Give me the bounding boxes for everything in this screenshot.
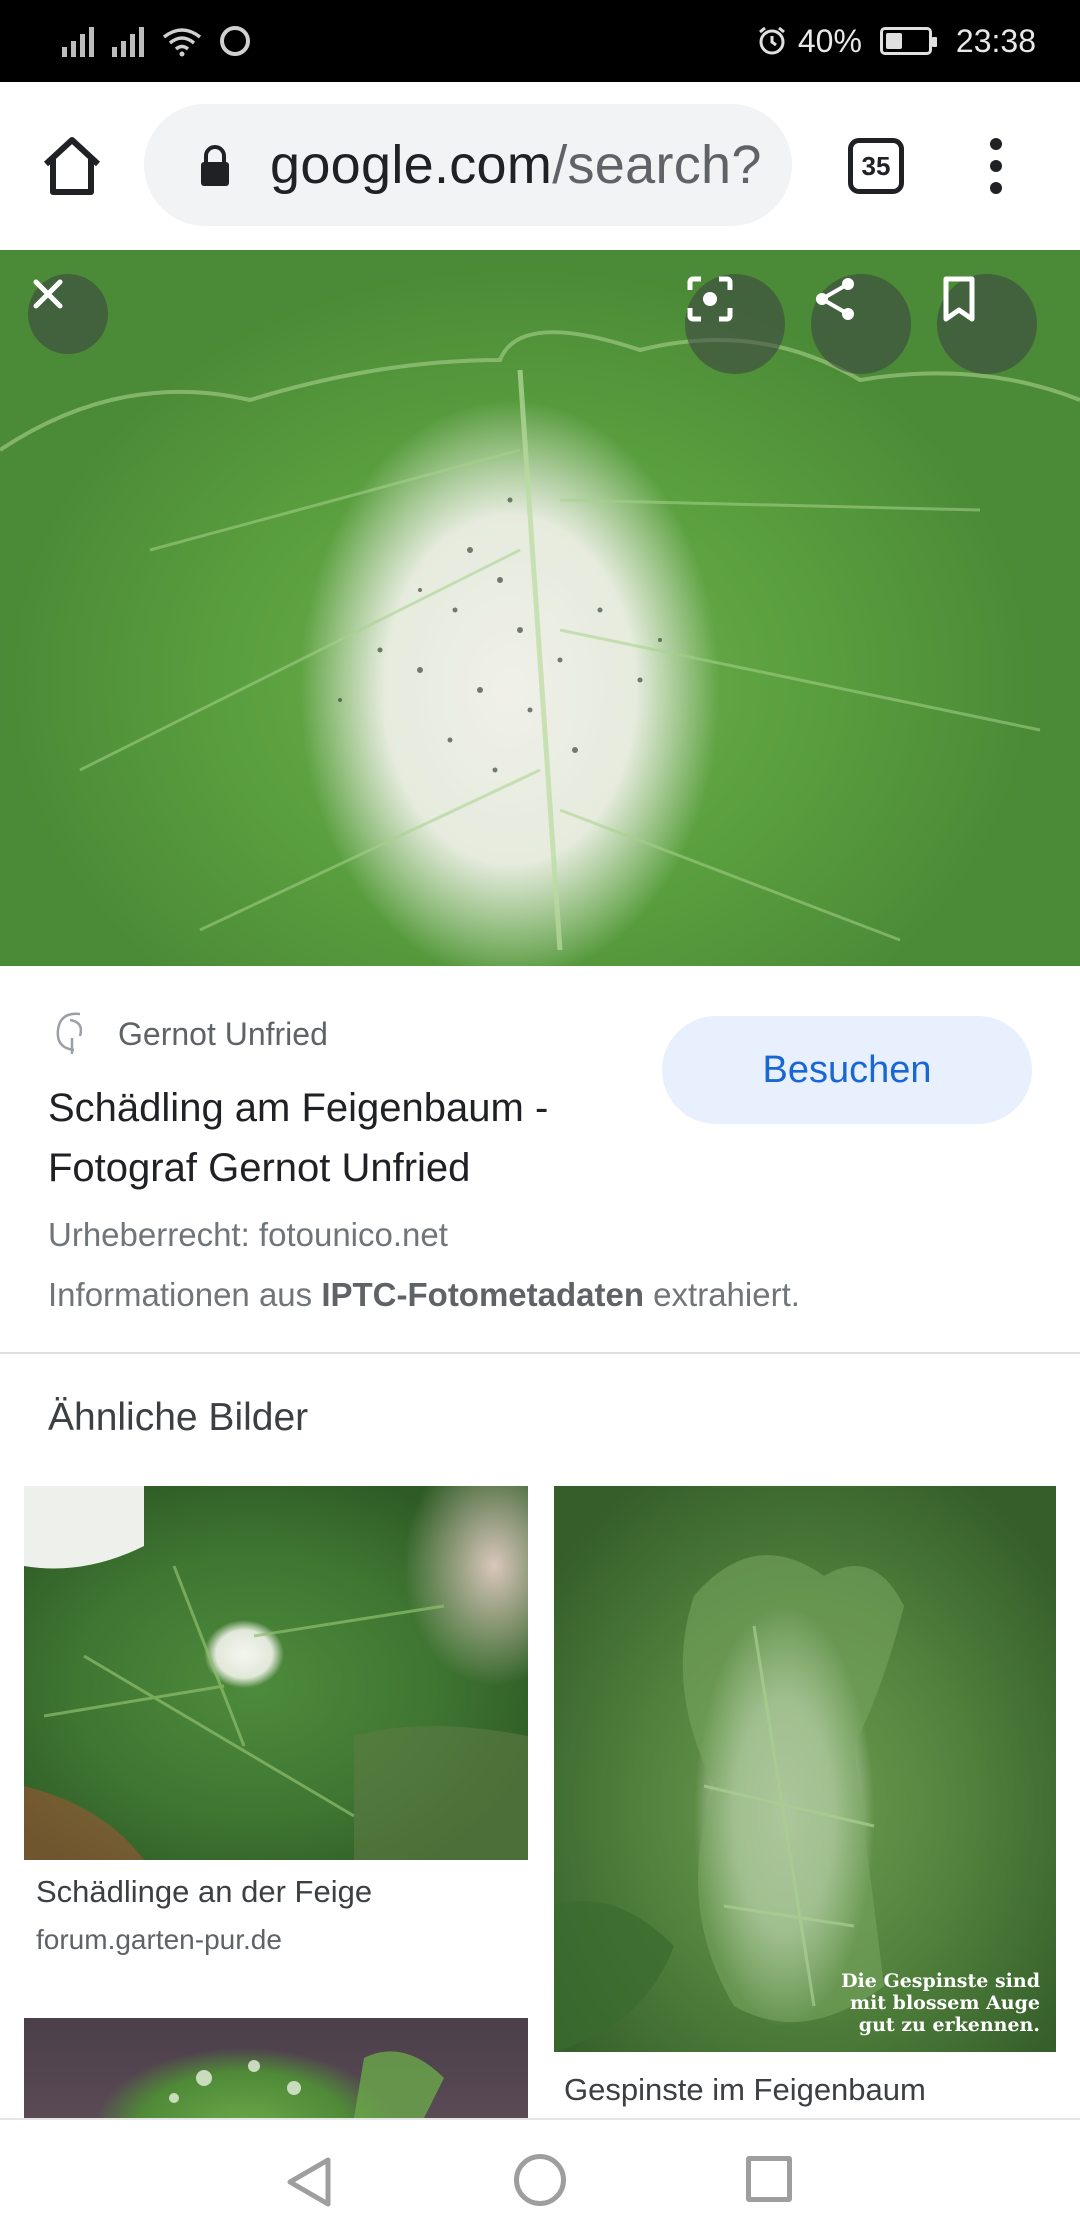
url-host: google.com <box>270 135 553 195</box>
fig-leaf-thumbnail <box>24 1486 528 1860</box>
overlay-line: gut zu erkennen. <box>858 2014 1040 2036</box>
copyright-text: Urheberrecht: fotounico.net <box>48 1216 448 1253</box>
holed-leaf-thumbnail <box>169 2051 444 2118</box>
home-nav-icon[interactable] <box>514 2154 566 2206</box>
url-path: /search? <box>552 135 762 195</box>
save-bookmark-button[interactable] <box>937 274 1037 374</box>
leaf-image <box>0 330 1080 951</box>
alarm-icon <box>758 26 785 55</box>
similar-images-heading: Ähnliche Bilder <box>48 1396 309 1439</box>
home-icon[interactable] <box>38 132 106 200</box>
close-preview-button[interactable] <box>28 274 108 354</box>
tab-switcher-button[interactable]: 35 <box>848 138 904 194</box>
battery-percent: 40% <box>797 22 862 59</box>
wifi-icon <box>162 28 202 57</box>
status-icons-left <box>62 18 250 64</box>
url-text: google.com/search? <box>270 134 762 196</box>
back-icon[interactable] <box>284 2156 334 2208</box>
similar-image-caption[interactable]: Gespinste im Feigenbaum <box>564 2072 926 2108</box>
metadata-source: IPTC-Fotometadaten <box>321 1276 645 1313</box>
status-bar: 40% 23:38 <box>0 0 1080 82</box>
system-navigation-bar <box>0 2118 1080 2240</box>
similar-image-domain: forum.garten-pur.de <box>36 1924 282 1955</box>
similar-image-thumbnail[interactable]: Die Gespinste sind mit blossem Auge gut … <box>554 1486 1056 2052</box>
overlay-line: Die Gespinste sind <box>841 1970 1040 1992</box>
share-icon <box>816 278 854 320</box>
overlay-line: mit blossem Auge <box>849 1992 1040 2014</box>
browser-toolbar: google.com/search? 35 <box>0 82 1080 250</box>
status-icons-right: 40% 23:38 <box>756 14 1036 68</box>
lens-search-button[interactable] <box>685 274 785 374</box>
image-preview[interactable] <box>0 250 1080 966</box>
source-logo-icon <box>56 1012 83 1054</box>
bookmark-icon <box>943 276 975 322</box>
result-title[interactable]: Schädling am Feigenbaum - Fotograf Gerno… <box>48 1078 648 1198</box>
tab-count: 35 <box>861 150 891 181</box>
share-button[interactable] <box>811 274 911 374</box>
battery-icon <box>879 27 937 55</box>
sync-icon <box>220 26 250 56</box>
visit-button[interactable]: Besuchen <box>662 1016 1032 1124</box>
metadata-note: Informationen aus IPTC-Fotometadaten ext… <box>48 1276 800 1314</box>
similar-image-caption[interactable]: Schädlinge an der Feige <box>36 1874 372 1910</box>
signal-icon <box>62 25 94 57</box>
web-leaf-thumbnail <box>554 1555 904 2052</box>
image-overlay-text: Die Gespinste sind mit blossem Auge gut … <box>841 1970 1040 2036</box>
result-info-panel: Gernot Unfried Schädling am Feigenbaum -… <box>0 966 1080 1354</box>
address-bar[interactable]: google.com/search? <box>144 104 792 226</box>
similar-image-thumbnail[interactable] <box>24 1486 528 1860</box>
close-icon <box>33 279 63 309</box>
recent-apps-icon[interactable] <box>746 2156 792 2202</box>
similar-image-thumbnail[interactable] <box>24 2018 528 2118</box>
metadata-prefix: Informationen aus <box>48 1276 322 1313</box>
more-menu-button[interactable] <box>976 132 1016 200</box>
clock: 23:38 <box>955 22 1036 59</box>
source-name[interactable]: Gernot Unfried <box>118 1016 328 1053</box>
lock-icon <box>201 145 229 186</box>
lens-icon <box>687 276 733 322</box>
metadata-suffix: extrahiert. <box>644 1276 800 1313</box>
signal-icon <box>112 25 144 57</box>
